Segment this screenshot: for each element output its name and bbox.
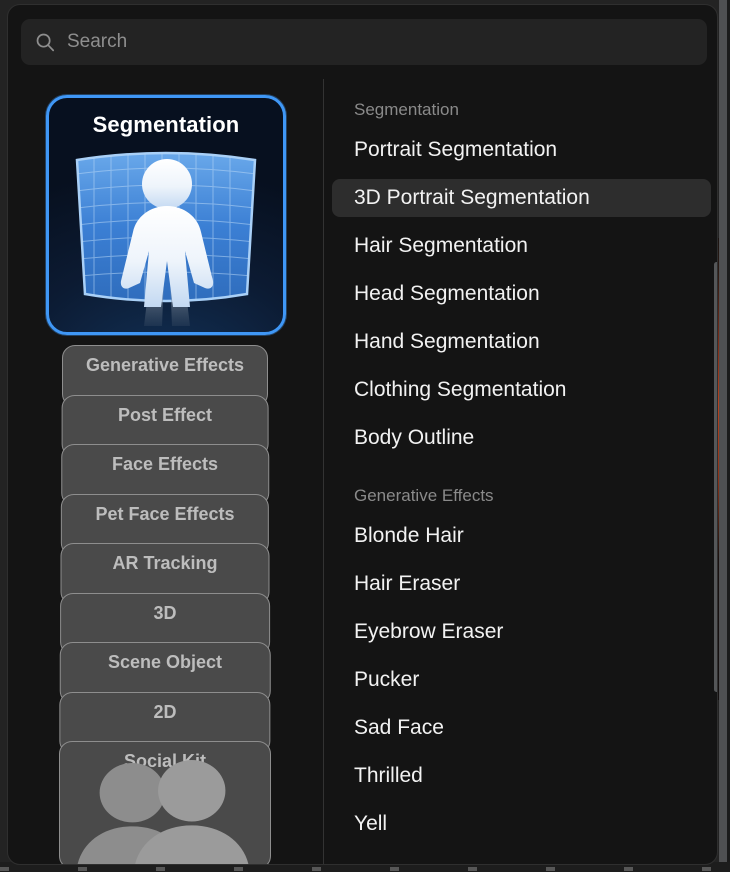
screen: Segmentation Generative Effects Post Effe… [0,0,730,872]
effect-list-item[interactable]: Sad Face [332,709,711,747]
search-icon [35,32,55,52]
category-card-label: Post Effect [63,405,268,426]
category-card-label: 2D [60,702,269,723]
effect-list-item[interactable]: Thrilled [332,757,711,795]
category-card-label: 3D [61,603,269,624]
effect-list-column: Segmentation Portrait Segmentation 3D Port… [324,77,718,865]
category-card-label: Face Effects [62,454,268,475]
effect-list-item[interactable]: Clothing Segmentation [332,371,711,409]
category-card-label: Generative Effects [63,355,267,376]
category-card-label: Scene Object [61,652,270,673]
effect-group: Segmentation Portrait Segmentation 3D Port… [324,99,718,457]
category-column: Segmentation Generative Effects Post Effe… [8,77,322,865]
effect-list-item[interactable]: Head Segmentation [332,275,711,313]
effect-list-item[interactable]: Pucker [332,661,711,699]
effect-list-scrollbar[interactable] [714,262,718,692]
category-card-title: Segmentation [49,112,283,138]
effect-list-item[interactable]: Hand Segmentation [332,323,711,361]
category-card-social-kit[interactable]: Social Kit [59,741,271,865]
category-card-label: AR Tracking [62,553,269,574]
effect-list-item[interactable]: Eyebrow Eraser [332,613,711,651]
effect-group-header: Segmentation [324,99,718,121]
search-field[interactable] [21,19,707,65]
effect-group-header: Generative Effects [324,485,718,507]
effect-list-item[interactable]: Yell [332,805,711,843]
bottom-dotted-pattern [0,867,730,871]
effect-list-item[interactable]: Portrait Segmentation [332,131,711,169]
effect-browser-popover: Segmentation Generative Effects Post Effe… [7,4,718,865]
two-people-icon [60,748,270,865]
effect-list-item[interactable]: Hair Eraser [332,565,711,603]
effect-list-item[interactable]: Blonde Hair [332,517,711,555]
category-card-stack: Generative Effects Post Effect Face Effect… [8,345,322,865]
effect-list-item[interactable]: Hair Segmentation [332,227,711,265]
effect-group: Generative Effects Blonde Hair Hair Eraser… [324,485,718,843]
effect-list-item-selected[interactable]: 3D Portrait Segmentation [332,179,711,217]
category-card-label: Pet Face Effects [62,504,268,525]
search-input[interactable] [67,31,693,53]
effect-list-item[interactable]: Body Outline [332,419,711,457]
category-card-segmentation[interactable]: Segmentation [46,95,286,335]
